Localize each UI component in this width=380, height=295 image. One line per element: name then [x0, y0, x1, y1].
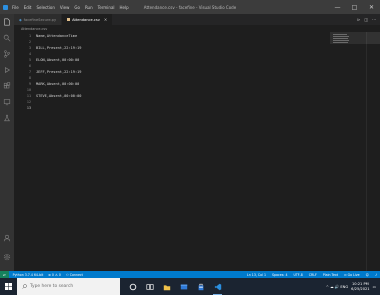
cursor-position[interactable]: Ln 13, Col 1 [247, 273, 266, 277]
editor-tab-bar: ◆ facefineSecure.py Attendance.csv × ⊳ ◫… [14, 14, 380, 25]
line-number: 6 [28, 64, 31, 68]
indentation[interactable]: Spaces: 4 [272, 273, 288, 277]
menu-bar: File Edit Selection View Go Run Terminal… [10, 5, 129, 10]
menu-terminal[interactable]: Terminal [98, 5, 115, 10]
connect-button[interactable]: ⚇ Connect [66, 273, 83, 277]
tab-facefine-secure[interactable]: ◆ facefineSecure.py [14, 14, 63, 25]
system-tray: ^ ☁ 🔊 ENG 10:21 PM 6/25/2021 ▭ [326, 278, 380, 295]
line-number: 9 [28, 82, 31, 86]
go-live-button[interactable]: ⊙ Go Live [344, 273, 360, 277]
code-line[interactable]: MARK,Absent,00:00:00 [36, 82, 79, 86]
menu-run[interactable]: Run [85, 5, 93, 10]
encoding[interactable]: UTF-8 [294, 273, 303, 277]
line-number: 3 [28, 46, 31, 50]
tab-label: facefineSecure.py [23, 17, 57, 22]
breadcrumb-file[interactable]: Attendance.csv [21, 27, 47, 31]
menu-go[interactable]: Go [74, 5, 80, 10]
cortana-icon[interactable] [124, 278, 141, 295]
line-number: 2 [28, 40, 31, 44]
menu-selection[interactable]: Selection [36, 5, 54, 10]
close-window-button[interactable]: ✕ [363, 0, 380, 14]
notifications-bell-icon[interactable]: ♪ [375, 273, 377, 277]
line-number: 12 [26, 100, 31, 104]
clock[interactable]: 10:21 PM 6/25/2021 [351, 282, 369, 291]
line-number: 11 [26, 94, 31, 98]
line-number-current: 13 [26, 106, 31, 110]
split-editor-icon[interactable]: ◫ [364, 17, 368, 22]
code-line[interactable]: ELON,Absent,00:00:00 [36, 58, 79, 62]
extensions-icon[interactable] [0, 78, 14, 94]
tab-attendance-csv[interactable]: Attendance.csv × [62, 14, 114, 25]
windows-taskbar: Type here to search ^ ☁ 🔊 ENG 10:21 PM 6… [0, 278, 380, 295]
tray-icons[interactable]: ^ ☁ 🔊 ENG [326, 285, 348, 289]
explorer-icon[interactable] [0, 14, 14, 30]
minimap[interactable] [330, 32, 366, 271]
python-file-icon: ◆ [19, 17, 22, 22]
more-actions-icon[interactable]: ··· [372, 17, 376, 22]
code-line[interactable]: STEVE,Absent,00:00:00 [36, 94, 81, 98]
source-control-icon[interactable] [0, 46, 14, 62]
line-ending[interactable]: CRLF [309, 273, 317, 277]
maximize-button[interactable]: □ [346, 0, 363, 14]
language-mode[interactable]: Plain Text [323, 273, 338, 277]
code-line[interactable]: BILL,Present,22:19:19 [36, 46, 81, 50]
windows-start-icon[interactable] [0, 278, 17, 295]
line-number: 4 [28, 52, 31, 56]
problems-indicator[interactable]: ⊗ 0 ⚠ 0 [48, 273, 61, 277]
line-number: 5 [28, 58, 31, 62]
code-line[interactable]: JEFF,Present,22:19:19 [36, 70, 81, 74]
account-icon[interactable] [0, 230, 14, 246]
line-number: 8 [28, 76, 31, 80]
taskbar-search-box[interactable]: Type here to search [17, 278, 120, 295]
title-bar: File Edit Selection View Go Run Terminal… [0, 0, 380, 14]
clock-date: 6/25/2021 [351, 286, 370, 291]
tab-close-icon[interactable]: × [104, 17, 107, 22]
remote-explorer-icon[interactable] [0, 94, 14, 110]
menu-edit[interactable]: Edit [24, 5, 32, 10]
file-explorer-icon[interactable] [158, 278, 175, 295]
task-view-icon[interactable] [141, 278, 158, 295]
vertical-scrollbar[interactable] [366, 32, 380, 271]
notifications-icon[interactable]: ▭ [373, 285, 376, 289]
menu-file[interactable]: File [12, 5, 19, 10]
code-line[interactable]: Name,AttendanceTime [36, 34, 77, 38]
remote-indicator[interactable]: ⇄ [0, 271, 9, 278]
line-number: 1 [28, 34, 31, 38]
vscode-logo-icon [0, 0, 10, 14]
line-number: 10 [26, 88, 31, 92]
store-icon[interactable] [192, 278, 209, 295]
search-icon[interactable] [0, 30, 14, 46]
menu-help[interactable]: Help [120, 5, 129, 10]
search-icon [22, 284, 27, 289]
testing-icon[interactable] [0, 110, 14, 126]
scrollbar-thumb[interactable] [366, 32, 380, 44]
python-interpreter[interactable]: Python 3.7.4 64-bit [13, 273, 44, 277]
status-bar: ⇄ Python 3.7.4 64-bit ⊗ 0 ⚠ 0 ⚇ Connect … [0, 271, 380, 278]
edge-browser-icon[interactable] [175, 278, 192, 295]
activity-bar [0, 14, 14, 271]
editor-area[interactable]: 1 Name,AttendanceTime 2 3 BILL,Present,2… [14, 32, 380, 271]
search-placeholder: Type here to search [30, 284, 74, 289]
breadcrumb[interactable]: Attendance.csv [14, 25, 380, 32]
compare-icon[interactable]: ⊳ [357, 17, 360, 22]
menu-view[interactable]: View [60, 5, 70, 10]
minimize-button[interactable]: — [329, 0, 346, 14]
tab-label: Attendance.csv [72, 17, 100, 22]
manage-gear-icon[interactable] [0, 249, 14, 265]
csv-file-icon [67, 18, 71, 21]
vscode-taskbar-icon[interactable] [209, 278, 226, 295]
line-number: 7 [28, 70, 31, 74]
feedback-icon[interactable]: ☺ [366, 273, 369, 277]
run-debug-icon[interactable] [0, 62, 14, 78]
